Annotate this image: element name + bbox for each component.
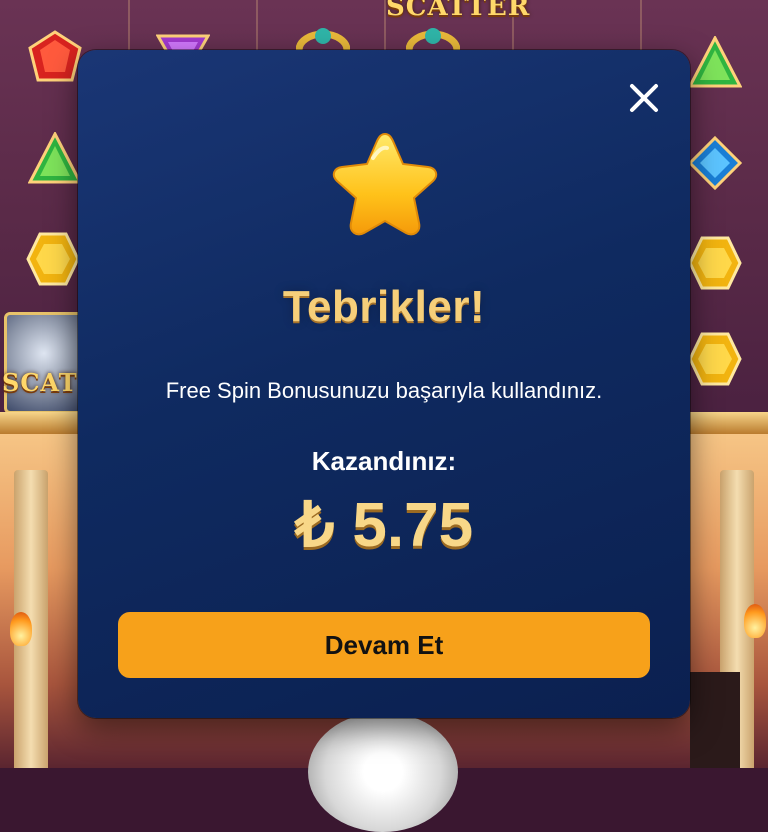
star-icon <box>332 132 438 236</box>
red-gem-icon <box>28 30 82 84</box>
win-amount-value: 5.75 <box>352 491 474 560</box>
scatter-symbol-label: SCATTER <box>386 0 531 22</box>
flame-icon <box>744 604 766 638</box>
win-amount: ₺ 5.75 <box>78 488 690 561</box>
flame-icon <box>10 612 32 646</box>
green-gem-icon <box>687 34 743 90</box>
won-label: Kazandınız: <box>311 446 457 476</box>
yellow-gem-icon <box>688 236 742 290</box>
spin-button[interactable] <box>308 712 458 832</box>
win-dialog: Tebrikler! Free Spin Bonusunuzu başarıyl… <box>78 50 690 718</box>
blue-gem-icon <box>687 135 743 191</box>
currency-symbol: ₺ <box>294 491 335 560</box>
dialog-message: Free Spin Bonusunuzu başarıyla kullandın… <box>165 378 603 403</box>
yellow-gem-icon <box>26 232 80 286</box>
zeus-symbol-icon <box>4 312 84 414</box>
close-icon <box>630 84 658 112</box>
close-button[interactable] <box>626 80 662 116</box>
scatter-symbol-label: SCAT <box>2 368 78 397</box>
dialog-title: Tebrikler! <box>282 282 486 331</box>
continue-button[interactable]: Devam Et <box>118 612 650 678</box>
green-gem-icon <box>27 130 83 186</box>
yellow-gem-icon <box>688 332 742 386</box>
side-panel <box>690 672 740 768</box>
